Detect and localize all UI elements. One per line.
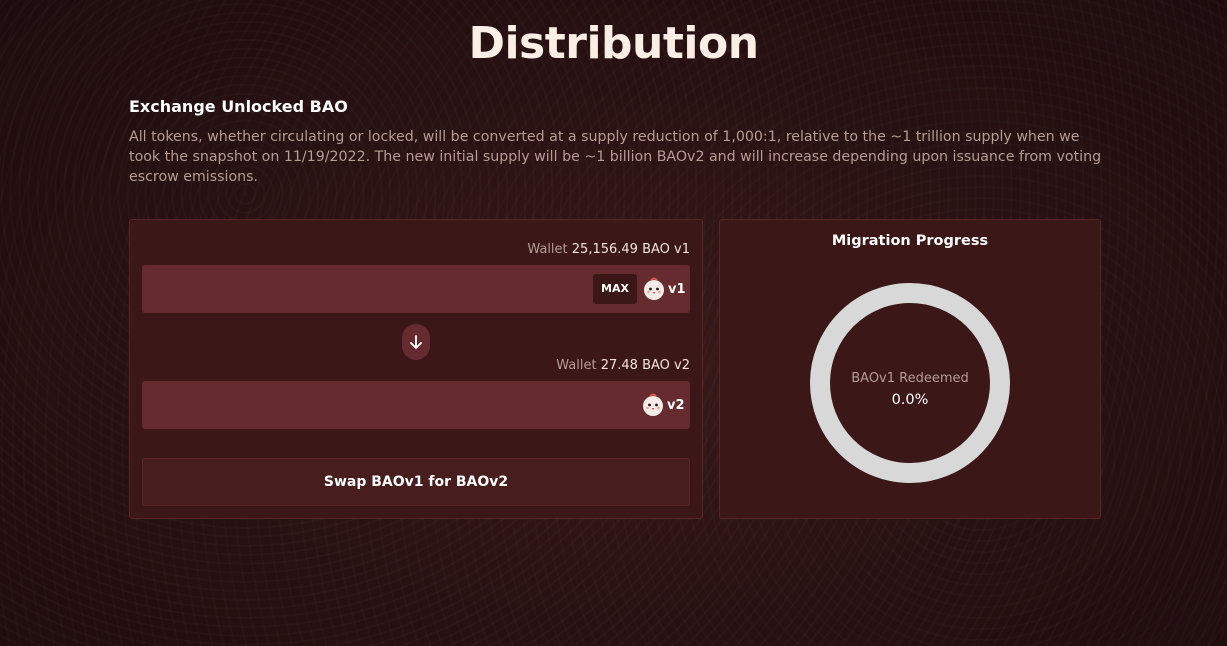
token-label-v1: v1 bbox=[668, 281, 686, 297]
wallet-amount-v2: 27.48 BAO v2 bbox=[600, 358, 690, 373]
section-heading: Exchange Unlocked BAO bbox=[129, 97, 348, 116]
page-title: Distribution bbox=[468, 18, 759, 69]
section-description: All tokens, whether circulating or locke… bbox=[129, 129, 1102, 185]
swap-button[interactable]: Swap BAOv1 for BAOv2 bbox=[142, 458, 690, 506]
wallet-label: Wallet bbox=[527, 242, 568, 257]
token-label-v2: v2 bbox=[667, 397, 685, 413]
wallet-balance-v1: Wallet 25,156.49 BAO v1 bbox=[527, 242, 690, 257]
wallet-balance-v2: Wallet 27.48 BAO v2 bbox=[556, 358, 690, 373]
token-selector-v2: v2 bbox=[641, 393, 685, 417]
migration-progress-title: Migration Progress bbox=[831, 233, 989, 249]
to-token-field: v2 bbox=[142, 381, 690, 429]
to-amount-input[interactable] bbox=[142, 381, 572, 429]
from-amount-input[interactable] bbox=[142, 265, 572, 313]
max-button[interactable]: MAX bbox=[593, 274, 637, 304]
wallet-amount-v1: 25,156.49 BAO v1 bbox=[571, 242, 690, 257]
from-token-field: MAX v1 bbox=[142, 265, 690, 313]
swap-card: Wallet 25,156.49 BAO v1 MAX v1 Wallet 27… bbox=[129, 219, 703, 519]
swap-direction-button[interactable] bbox=[402, 324, 430, 360]
donut-center-value: 0.0% bbox=[891, 392, 929, 408]
wallet-label: Wallet bbox=[556, 358, 597, 373]
bao-logo-icon bbox=[644, 277, 664, 300]
bao-logo-icon bbox=[643, 393, 663, 416]
arrow-down-icon bbox=[410, 335, 422, 349]
donut-center-label: BAOv1 Redeemed bbox=[851, 371, 969, 386]
migration-progress-card: Migration Progress BAOv1 Redeemed 0.0% bbox=[719, 219, 1101, 519]
token-selector-v1: v1 bbox=[642, 277, 686, 301]
